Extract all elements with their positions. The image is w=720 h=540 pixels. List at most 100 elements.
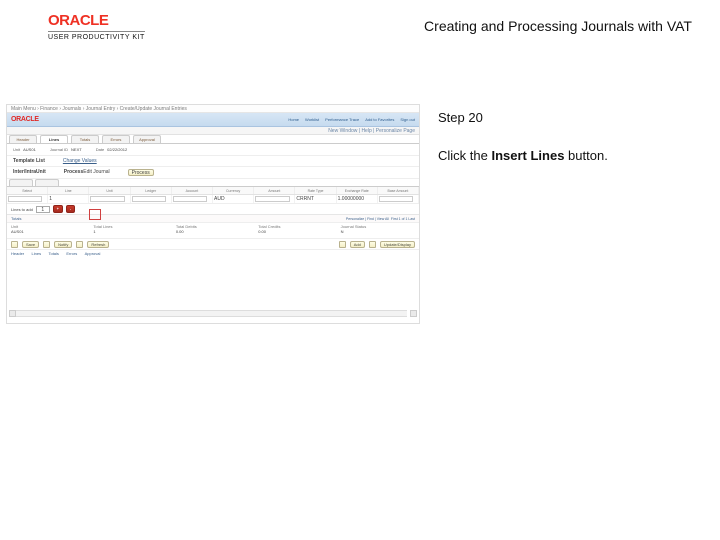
date-value: 02/22/2012 [107,147,127,152]
bottom-link[interactable]: Lines [32,251,42,256]
grid-col: Account [172,187,213,194]
instr-suffix: button. [564,148,607,163]
page-tabs: Header Lines Totals Errors Approval [7,135,419,144]
save-button[interactable]: Save [22,241,39,248]
unit-value: AUS01 [23,147,36,152]
grid-cell-base[interactable] [379,196,413,202]
breadcrumb-text: Main Menu › Finance › Journals › Journal… [11,106,187,112]
grid-col: Unit [89,187,130,194]
totals-header: Totals Personalize | Find | View All Fir… [7,215,419,223]
notify-button[interactable]: Notify [54,241,72,248]
grid-col: Line [48,187,89,194]
grid-cell-select[interactable] [8,196,42,202]
totals-val: 0.00 [176,229,250,234]
date-label: Date [96,147,104,152]
scroll-left-icon[interactable] [9,310,16,317]
notify-icon[interactable] [43,241,50,248]
page-title: Creating and Processing Journals with VA… [424,18,692,34]
totals-val: 1 [93,229,167,234]
action-bar: Save Notify Refresh Add Update/Display [7,239,419,250]
grid-cell-exrate: 1.00000000 [337,195,378,203]
tab-header[interactable]: Header [9,135,37,143]
refresh-icon[interactable] [76,241,83,248]
grid-row: 1 AUD CRRNT 1.00000000 [7,195,419,204]
instr-button-name: Insert Lines [491,148,564,163]
journal-id-label: Journal ID [50,147,68,152]
grid-cell-unit[interactable] [90,196,124,202]
insert-lines-button[interactable]: + [53,205,63,213]
grid-cell-account[interactable] [173,196,207,202]
tab-errors[interactable]: Errors [102,135,130,143]
grid-col: Amount [254,187,295,194]
banner-link[interactable]: Home [288,117,299,122]
update-display-button[interactable]: Update/Display [380,241,415,248]
brand-block: ORACLE USER PRODUCTIVITY KIT [48,12,145,41]
inter-intra-label: Inter/IntraUnit [13,169,46,175]
grid-cell-currency: AUD [213,195,254,203]
tab-approval[interactable]: Approval [133,135,161,143]
change-values-link[interactable]: Change Values [63,158,97,164]
banner-links: Home Worklist Performance Trace Add to F… [288,117,415,122]
lines-to-add-input[interactable]: 1 [36,206,50,213]
instr-prefix: Click the [438,148,491,163]
process-button[interactable]: Process [128,169,154,176]
banner-link[interactable]: Add to Favorites [365,117,394,122]
process-select[interactable]: Edit Journal [83,169,109,175]
grid-cell-amount[interactable] [255,196,289,202]
tab-totals[interactable]: Totals [71,135,99,143]
process-label: Process [64,169,83,175]
grid-cell-line: 1 [48,195,89,203]
grid-header: Select Line Unit Ledger Account Currency… [7,187,419,195]
grid-col: Exchange Rate [337,187,378,194]
grid-col: Ledger [131,187,172,194]
bottom-link[interactable]: Approval [85,251,101,256]
journal-id-row: UnitAUS01 Journal IDNEXT Date02/22/2012 [7,144,419,156]
scroll-track[interactable] [16,310,407,317]
lines-to-add-label: Lines to add [11,207,33,212]
banner-link[interactable]: Performance Trace [325,117,359,122]
totals-val: 0.00 [258,229,332,234]
product-subtitle: USER PRODUCTIVITY KIT [48,31,145,41]
instruction-panel: Step 20 Click the Insert Lines button. [420,104,714,534]
page-tools-links[interactable]: New Window | Help | Personalize Page [328,128,415,134]
template-row: Template List Change Values [7,156,419,167]
delete-lines-button[interactable]: - [66,205,75,213]
scroll-right-icon[interactable] [410,310,417,317]
totals-val: AUS01 [11,229,85,234]
embedded-screenshot: Main Menu › Finance › Journals › Journal… [6,104,420,324]
instruction-text: Click the Insert Lines button. [438,147,714,165]
bottom-link[interactable]: Header [11,251,24,256]
grid-cell-ledger[interactable] [132,196,166,202]
totals-personalize-links[interactable]: Personalize | Find | View All [346,217,389,221]
unit-label: Unit [13,147,20,152]
add-button[interactable]: Add [350,241,365,248]
grid-subtab[interactable] [9,179,33,186]
banner-link[interactable]: Worklist [305,117,319,122]
breadcrumb-bar: Main Menu › Finance › Journals › Journal… [7,105,419,113]
banner-link[interactable]: Sign out [400,117,415,122]
step-number: Step 20 [438,110,714,125]
add-icon[interactable] [339,241,346,248]
insert-lines-row: Lines to add 1 + - [7,204,419,215]
grid-col: Currency [213,187,254,194]
oracle-logo: ORACLE [48,12,145,29]
app-banner: ORACLE Home Worklist Performance Trace A… [7,113,419,127]
grid-subtab[interactable] [35,179,59,186]
refresh-button[interactable]: Refresh [87,241,109,248]
bottom-link[interactable]: Totals [48,251,58,256]
page-tools-bar: New Window | Help | Personalize Page [7,127,419,135]
totals-range: First 1 of 1 Last [391,217,415,221]
grid-tabs [7,179,419,187]
journal-id-value: NEXT [71,147,82,152]
grid-cell-ratetype: CRRNT [295,195,336,203]
app-logo: ORACLE [11,116,39,123]
template-list-label: Template List [13,158,45,164]
horizontal-scrollbar[interactable] [9,310,417,317]
save-icon[interactable] [11,241,18,248]
content-area: Main Menu › Finance › Journals › Journal… [6,104,714,534]
update-icon[interactable] [369,241,376,248]
tab-lines[interactable]: Lines [40,135,68,143]
bottom-link[interactable]: Errors [66,251,77,256]
process-row: Inter/IntraUnit ProcessEdit Journal Proc… [7,167,419,179]
grid-col: Select [7,187,48,194]
